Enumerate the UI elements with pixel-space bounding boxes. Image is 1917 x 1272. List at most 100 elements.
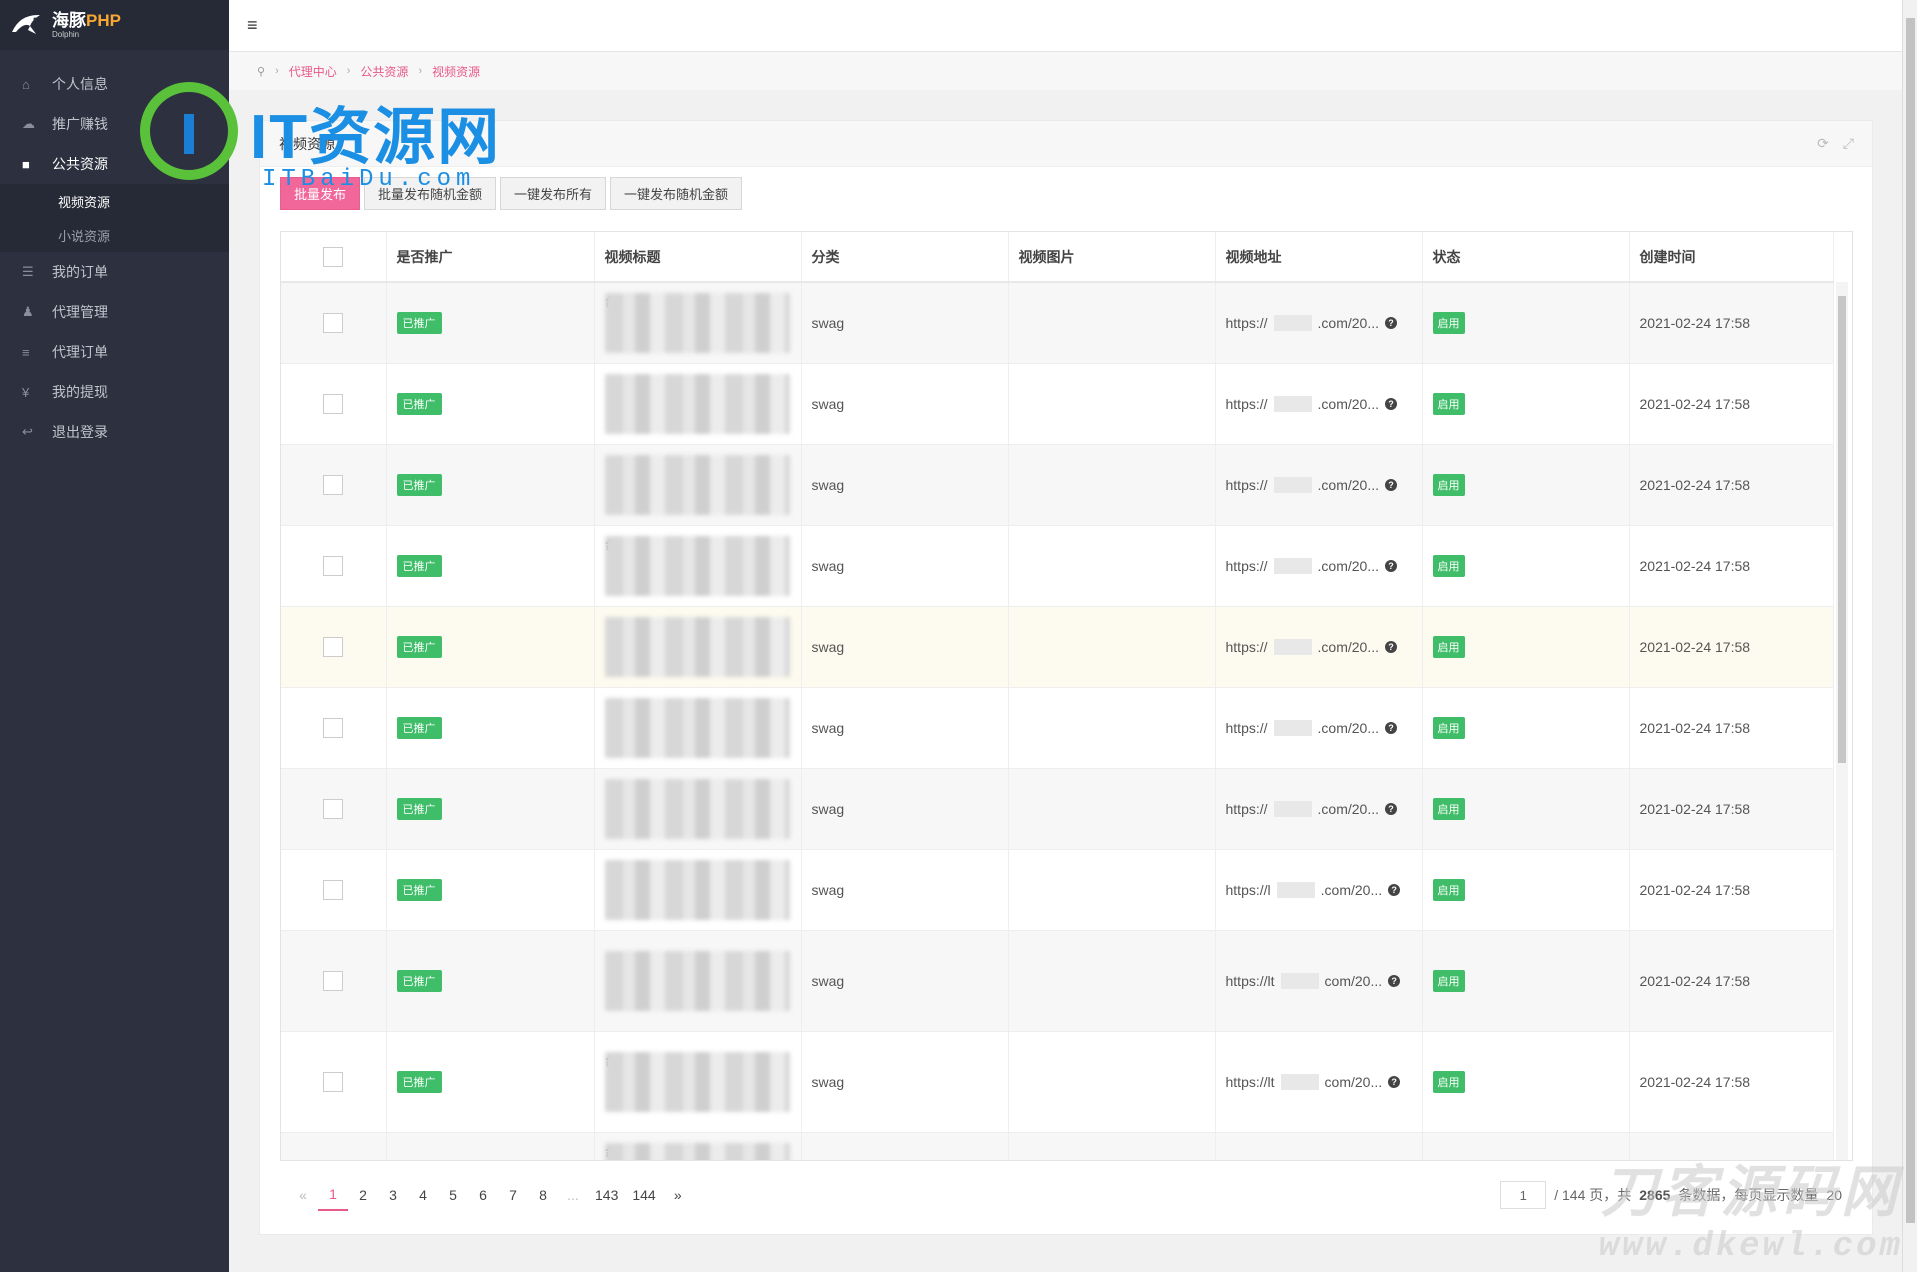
created-time: 2021-02-24 17:58 bbox=[1629, 606, 1834, 688]
breadcrumb-public-resources[interactable]: 公共资源 bbox=[360, 63, 408, 80]
category-cell: swag bbox=[801, 363, 1009, 445]
logo[interactable]: 海豚PHP Dolphin bbox=[0, 0, 229, 50]
video-url[interactable]: https://.com/20...? bbox=[1226, 314, 1422, 331]
hamburger-menu-icon[interactable]: ≡ bbox=[247, 15, 258, 36]
video-url[interactable]: https://.com/20...? bbox=[1226, 638, 1422, 655]
status-badge[interactable]: 启用 bbox=[1432, 797, 1465, 820]
table-row[interactable]: 已推广台swaghttps://ltcom/20...?启用2021-02-24… bbox=[281, 1031, 1834, 1133]
video-url[interactable]: https://.com/20...? bbox=[1226, 395, 1422, 412]
status-badge[interactable]: 启用 bbox=[1432, 311, 1465, 334]
row-checkbox[interactable] bbox=[323, 970, 343, 991]
page-link[interactable]: 1 bbox=[318, 1179, 348, 1211]
page-link[interactable]: 8 bbox=[528, 1179, 558, 1211]
help-icon[interactable]: ? bbox=[1385, 397, 1397, 410]
table-row[interactable]: 已推广 swag https://.com/20...? 启用 2021-02-24 1… bbox=[281, 606, 1834, 688]
page-link[interactable]: 143 bbox=[588, 1179, 625, 1211]
status-badge[interactable]: 启用 bbox=[1432, 969, 1465, 992]
table-row[interactable]: 已推广 swag https://lt com/20...? 启用 2021-02-24 … bbox=[281, 930, 1834, 1032]
breadcrumb-video-resources[interactable]: 视频资源 bbox=[432, 63, 480, 80]
page-link[interactable]: 5 bbox=[438, 1179, 468, 1211]
status-badge[interactable]: 启用 bbox=[1432, 878, 1465, 901]
page-link[interactable]: 4 bbox=[408, 1179, 438, 1211]
page-link[interactable]: 7 bbox=[498, 1179, 528, 1211]
status-badge[interactable]: 启用 bbox=[1432, 1070, 1465, 1093]
row-checkbox[interactable] bbox=[323, 798, 343, 819]
status-badge[interactable]: 启用 bbox=[1432, 473, 1465, 496]
row-checkbox[interactable] bbox=[323, 717, 343, 738]
help-icon[interactable]: ? bbox=[1388, 883, 1401, 896]
column-header[interactable]: 创建时间 bbox=[1629, 232, 1834, 283]
row-checkbox[interactable] bbox=[323, 879, 343, 900]
submenu-item-novel[interactable]: 小说资源 bbox=[0, 218, 229, 252]
breadcrumb-agent-center[interactable]: 代理中心 bbox=[289, 63, 337, 80]
table-row[interactable]: 已推广 swag https://.com/20...? 启用 2021-02-24 1… bbox=[281, 363, 1834, 445]
help-icon[interactable]: ? bbox=[1388, 1075, 1401, 1088]
page-link[interactable]: 6 bbox=[468, 1179, 498, 1211]
page-scrollbar[interactable] bbox=[1902, 0, 1917, 1272]
video-url[interactable]: https://.com/20...? bbox=[1226, 557, 1422, 574]
video-url[interactable]: https://lt com/20...? bbox=[1226, 972, 1422, 989]
sidebar-item-agents[interactable]: ♟ 代理管理 bbox=[0, 292, 229, 332]
url-mask bbox=[1276, 881, 1315, 898]
sidebar-item-orders[interactable]: ☰ 我的订单 bbox=[0, 252, 229, 292]
table-header-row: 是否推广 视频标题 分类 视频图片 视频地址 状态 创建时间 bbox=[281, 232, 1834, 283]
video-url[interactable]: https://l .com/20...? bbox=[1226, 881, 1422, 898]
help-icon[interactable]: ? bbox=[1385, 559, 1397, 572]
video-url[interactable]: https://.com/20...? bbox=[1226, 476, 1422, 493]
table-row[interactable]: 已推广 swag https://.com/20...? 启用 2021-02-24 1… bbox=[281, 687, 1834, 769]
sidebar-item-logout[interactable]: ↩ 退出登录 bbox=[0, 412, 229, 452]
help-icon[interactable]: ? bbox=[1385, 802, 1397, 815]
table-row[interactable]: 已推广 swag https://.com/20...? 启用 2021-02-24 1… bbox=[281, 444, 1834, 526]
fullscreen-icon[interactable]: ⤢ bbox=[1843, 135, 1854, 152]
select-all-checkbox[interactable] bbox=[323, 246, 343, 267]
table-row[interactable]: 已推广 swag https://.com/20...? 启用 2021-02-24 1… bbox=[281, 768, 1834, 850]
status-badge[interactable]: 启用 bbox=[1432, 635, 1465, 658]
page-link[interactable]: 144 bbox=[625, 1179, 662, 1211]
video-url[interactable]: https://.com/20...? bbox=[1226, 719, 1422, 736]
publish-all-random-button[interactable]: 一键发布随机金额 bbox=[610, 177, 743, 210]
submenu-item-video[interactable]: 视频资源 bbox=[0, 184, 229, 218]
url-mask bbox=[1280, 972, 1319, 989]
help-icon[interactable]: ? bbox=[1385, 478, 1397, 491]
status-badge[interactable]: 启用 bbox=[1432, 392, 1465, 415]
help-icon[interactable]: ? bbox=[1388, 974, 1401, 987]
row-checkbox[interactable] bbox=[323, 636, 343, 657]
category-cell: swag bbox=[801, 1132, 1009, 1160]
column-header[interactable]: 视频图片 bbox=[1008, 232, 1216, 283]
publish-all-button[interactable]: 一键发布所有 bbox=[500, 177, 607, 210]
table-scrollbar[interactable] bbox=[1836, 282, 1848, 1160]
help-icon[interactable]: ? bbox=[1385, 721, 1397, 734]
status-badge[interactable]: 启用 bbox=[1432, 554, 1465, 577]
row-checkbox[interactable] bbox=[323, 474, 343, 495]
help-icon[interactable]: ? bbox=[1385, 316, 1397, 329]
sidebar-item-withdraw[interactable]: ¥ 我的提现 bbox=[0, 372, 229, 412]
table-row[interactable]: 已推广台湾swaghttps://.com/20...?启用2021-02-24… bbox=[281, 282, 1834, 364]
row-checkbox[interactable] bbox=[323, 312, 343, 333]
status-badge[interactable]: 启用 bbox=[1432, 716, 1465, 739]
promoted-badge: 已推广 bbox=[396, 311, 442, 334]
column-header[interactable]: 视频标题 bbox=[594, 232, 802, 283]
page-link[interactable]: 2 bbox=[348, 1179, 378, 1211]
row-checkbox[interactable] bbox=[323, 1071, 343, 1092]
brand-name: 海豚PHP bbox=[52, 10, 121, 30]
home-icon: ⌂ bbox=[22, 76, 30, 92]
column-header[interactable]: 是否推广 bbox=[386, 232, 595, 283]
help-icon[interactable]: ? bbox=[1385, 640, 1397, 653]
video-url[interactable]: https://lt com/20...? bbox=[1226, 1073, 1422, 1090]
column-header[interactable]: 分类 bbox=[801, 232, 1009, 283]
column-header[interactable]: 视频地址 bbox=[1215, 232, 1423, 283]
refresh-icon[interactable]: ⟳ bbox=[1817, 135, 1829, 152]
page-jump-input[interactable] bbox=[1500, 1181, 1547, 1209]
page-link[interactable]: 3 bbox=[378, 1179, 408, 1211]
next-page-button[interactable]: » bbox=[663, 1179, 693, 1211]
video-url[interactable]: https://.com/20...? bbox=[1226, 800, 1422, 817]
row-checkbox[interactable] bbox=[323, 555, 343, 576]
video-image-cell bbox=[1008, 363, 1216, 445]
row-checkbox[interactable] bbox=[323, 393, 343, 414]
prev-page-button[interactable]: « bbox=[288, 1179, 318, 1211]
column-header[interactable]: 状态 bbox=[1422, 232, 1630, 283]
table-row[interactable]: 已推广台swaghttps://.com/20...?启用2021-02-24 … bbox=[281, 525, 1834, 607]
blurred-title bbox=[604, 373, 790, 434]
sidebar-item-agent-orders[interactable]: ≡ 代理订单 bbox=[0, 332, 229, 372]
table-row[interactable]: 已推广 swag https://l .com/20...? 启用 2021-02-24 … bbox=[281, 849, 1834, 931]
